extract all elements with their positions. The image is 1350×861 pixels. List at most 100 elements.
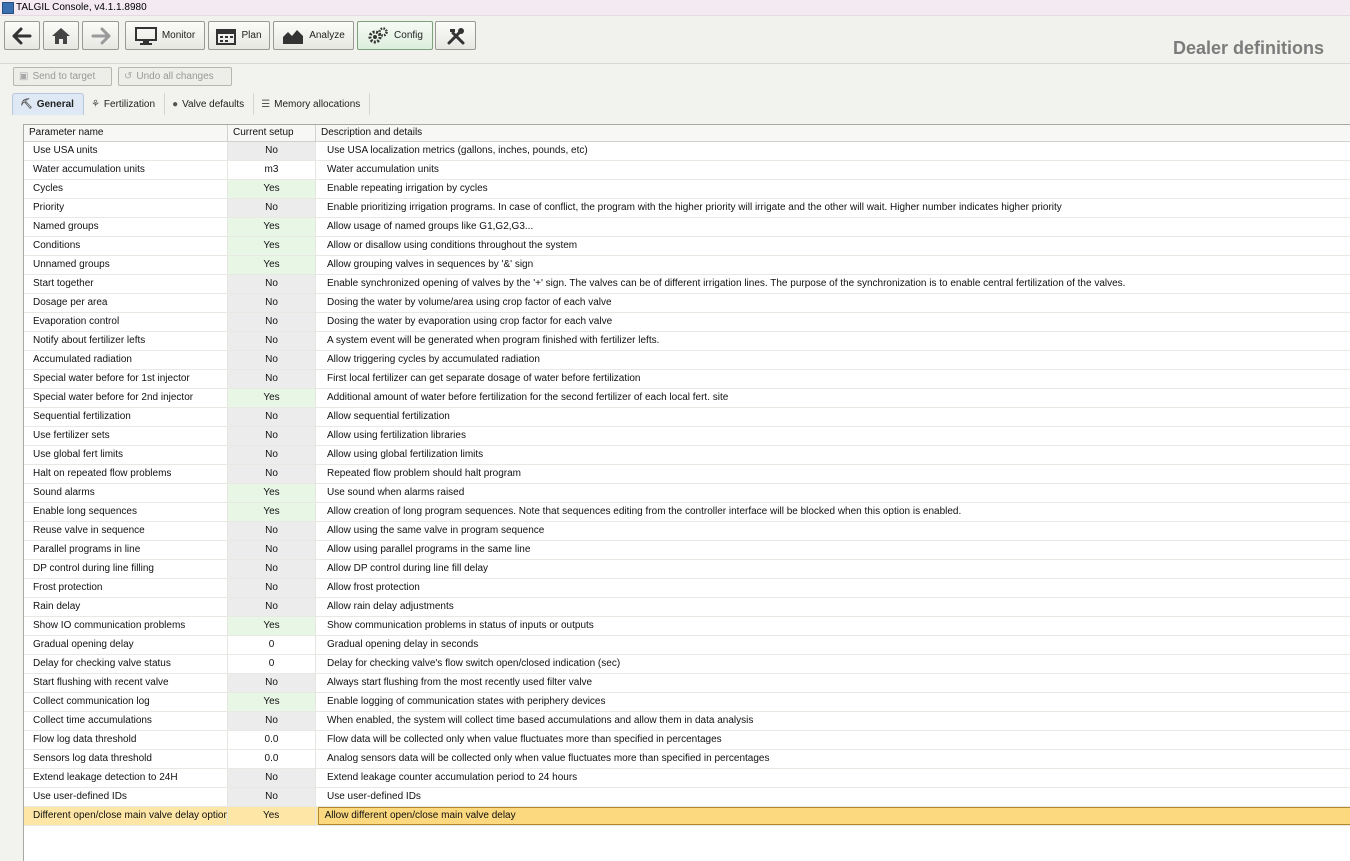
current-setup-cell[interactable]: Yes (228, 256, 316, 274)
table-row[interactable]: Named groups Yes Allow usage of named grou… (24, 218, 1350, 237)
table-row[interactable]: Priority No Enable prioritizing irrigation… (24, 199, 1350, 218)
column-header-parameter-name[interactable]: Parameter name (24, 125, 228, 142)
parameter-name-cell: Special water before for 2nd injector (24, 389, 228, 407)
current-setup-cell[interactable]: Yes (227, 807, 316, 825)
table-row[interactable]: Start together No Enable synchronized open… (24, 275, 1350, 294)
column-header-description[interactable]: Description and details (316, 125, 1350, 142)
table-row[interactable]: Sound alarms Yes Use sound when alarms rai… (24, 484, 1350, 503)
config-button[interactable]: Config (357, 21, 433, 50)
table-row[interactable]: Accumulated radiation No Allow triggering … (24, 351, 1350, 370)
current-setup-cell[interactable]: Yes (228, 218, 316, 236)
table-row[interactable]: Water accumulation units m3 Water accumula… (24, 161, 1350, 180)
current-setup-cell[interactable]: Yes (228, 484, 316, 502)
current-setup-cell[interactable]: 0 (228, 636, 316, 654)
current-setup-cell[interactable]: No (228, 560, 316, 578)
table-row[interactable]: Delay for checking valve status 0 Delay fo… (24, 655, 1350, 674)
column-header-current-setup[interactable]: Current setup (228, 125, 316, 142)
table-row[interactable]: Cycles Yes Enable repeating irrigation by … (24, 180, 1350, 199)
current-setup-cell[interactable]: No (228, 313, 316, 331)
description-cell: Analog sensors data will be collected on… (327, 753, 770, 764)
table-row[interactable]: Show IO communication problems Yes Show co… (24, 617, 1350, 636)
current-setup-cell[interactable]: Yes (228, 617, 316, 635)
table-row[interactable]: Rain delay No Allow rain delay adjustments (24, 598, 1350, 617)
current-setup-cell[interactable]: Yes (228, 693, 316, 711)
current-setup-cell[interactable]: No (228, 199, 316, 217)
table-row[interactable]: Notify about fertilizer lefts No A system … (24, 332, 1350, 351)
parameter-name-cell: Different open/close main valve delay op… (24, 807, 228, 825)
undo-all-button[interactable]: ↺ Undo all changes (118, 67, 232, 86)
current-setup-cell[interactable]: No (228, 294, 316, 312)
current-setup-cell[interactable]: Yes (228, 237, 316, 255)
parameter-name-cell: Gradual opening delay (24, 636, 228, 654)
current-setup-cell[interactable]: No (228, 351, 316, 369)
current-setup-cell[interactable]: No (228, 674, 316, 692)
current-setup-cell[interactable]: No (228, 446, 316, 464)
current-setup-cell[interactable]: No (228, 769, 316, 787)
table-row[interactable]: Gradual opening delay 0 Gradual opening de… (24, 636, 1350, 655)
table-row[interactable]: DP control during line filling No Allow DP… (24, 560, 1350, 579)
current-setup-cell[interactable]: No (228, 275, 316, 293)
table-row[interactable]: Dosage per area No Dosing the water by vol… (24, 294, 1350, 313)
current-setup-cell[interactable]: No (228, 465, 316, 483)
home-button[interactable] (43, 21, 79, 50)
monitor-button[interactable]: Monitor (125, 21, 205, 50)
current-setup-cell[interactable]: No (228, 788, 316, 806)
current-setup-cell[interactable]: Yes (228, 389, 316, 407)
tab-general[interactable]: ⛏ General (12, 93, 84, 115)
current-setup-cell[interactable]: No (228, 427, 316, 445)
table-row[interactable]: Reuse valve in sequence No Allow using the… (24, 522, 1350, 541)
current-setup-cell[interactable]: No (228, 522, 316, 540)
forward-button[interactable] (82, 21, 119, 50)
current-setup-cell[interactable]: 0.0 (228, 750, 316, 768)
current-setup-cell[interactable]: No (228, 712, 316, 730)
table-row[interactable]: Unnamed groups Yes Allow grouping valves i… (24, 256, 1350, 275)
current-setup-cell[interactable]: No (228, 579, 316, 597)
current-setup-cell[interactable]: Yes (228, 180, 316, 198)
current-setup-cell[interactable]: No (228, 142, 316, 160)
table-row[interactable]: Frost protection No Allow frost protection (24, 579, 1350, 598)
table-row[interactable]: Special water before for 1st injector No F… (24, 370, 1350, 389)
parameter-name-cell: Rain delay (24, 598, 228, 616)
tab-memory-allocations[interactable]: ☰ Memory allocations (254, 93, 371, 115)
table-row[interactable]: Special water before for 2nd injector Yes… (24, 389, 1350, 408)
table-row[interactable]: Sensors log data threshold 0.0 Analog sens… (24, 750, 1350, 769)
table-row[interactable]: Sequential fertilization No Allow sequenti… (24, 408, 1350, 427)
table-row[interactable]: Extend leakage detection to 24H No Extend … (24, 769, 1350, 788)
page-title: Dealer definitions (1172, 38, 1324, 58)
current-setup-cell[interactable]: 0.0 (228, 731, 316, 749)
current-setup-cell[interactable]: No (228, 598, 316, 616)
current-setup-cell[interactable]: Yes (228, 503, 316, 521)
table-row[interactable]: Collect communication log Yes Enable loggi… (24, 693, 1350, 712)
description-cell: Allow using the same valve in program se… (327, 525, 545, 536)
tab-label: Fertilization (103, 98, 156, 110)
table-row[interactable]: Evaporation control No Dosing the water by… (24, 313, 1350, 332)
table-row[interactable]: Halt on repeated flow problems No Repeated… (24, 465, 1350, 484)
table-row[interactable]: Flow log data threshold 0.0 Flow data will… (24, 731, 1350, 750)
plan-button[interactable]: Plan (208, 21, 270, 50)
tools-button[interactable] (435, 21, 476, 50)
table-row[interactable]: Different open/close main valve delay op… (24, 807, 1350, 826)
description-cell: Allow creation of long program sequences… (327, 506, 962, 517)
table-row[interactable]: Use user-defined IDs No Use user-defined I… (24, 788, 1350, 807)
tab-valve-defaults[interactable]: ● Valve defaults (165, 93, 255, 115)
current-setup-cell[interactable]: 0 (228, 655, 316, 673)
current-setup-cell[interactable]: No (228, 370, 316, 388)
parameter-name-cell: Notify about fertilizer lefts (24, 332, 228, 350)
back-button[interactable] (4, 21, 40, 50)
current-setup-cell[interactable]: No (228, 541, 316, 559)
send-to-target-button[interactable]: ▣ Send to target (13, 67, 112, 86)
tab-fertilization[interactable]: ⚘ Fertilization (83, 93, 166, 115)
table-row[interactable]: Collect time accumulations No When enabled… (24, 712, 1350, 731)
table-row[interactable]: Start flushing with recent valve No Always… (24, 674, 1350, 693)
table-row[interactable]: Use USA units No Use USA localization metr… (24, 142, 1350, 161)
current-setup-cell[interactable]: No (228, 408, 316, 426)
table-row[interactable]: Use global fert limits No Allow using glob… (24, 446, 1350, 465)
analyze-button[interactable]: Analyze (273, 21, 354, 50)
table-row[interactable]: Parallel programs in line No Allow using p… (24, 541, 1350, 560)
table-row[interactable]: Conditions Yes Allow or disallow using con… (24, 237, 1350, 256)
current-setup-cell[interactable]: No (228, 332, 316, 350)
table-row[interactable]: Use fertilizer sets No Allow using fertili… (24, 427, 1350, 446)
current-setup-cell[interactable]: m3 (228, 161, 316, 179)
description-cell: Allow using fertilization libraries (327, 430, 466, 441)
table-row[interactable]: Enable long sequences Yes Allow creation o… (24, 503, 1350, 522)
